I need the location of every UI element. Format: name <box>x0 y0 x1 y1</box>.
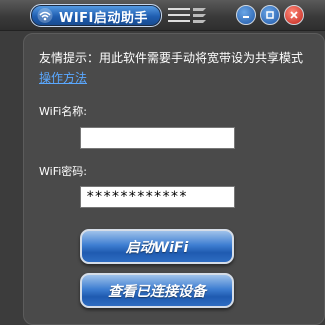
wifi-name-label: WiFi名称: <box>39 105 87 118</box>
wifi-password-input[interactable]: ************ <box>80 186 235 208</box>
maximize-icon <box>266 11 274 19</box>
wifi-logo-icon <box>37 8 53 23</box>
minimize-button[interactable] <box>236 5 256 25</box>
maximize-button[interactable] <box>260 5 280 25</box>
wifi-password-label: WiFi密码: <box>39 165 87 178</box>
howto-link[interactable]: 操作方法 <box>39 69 87 86</box>
wifi-name-input[interactable] <box>80 127 235 149</box>
minimize-icon <box>243 16 249 18</box>
start-wifi-button[interactable]: 启动WiFi <box>80 229 234 264</box>
app-title-pill: WIFI启动助手 <box>30 4 162 27</box>
tip-text: 友情提示：用此软件需要手动将宽带设为共享模式 <box>39 51 304 65</box>
close-button[interactable] <box>284 5 304 25</box>
view-devices-button[interactable]: 查看已连接设备 <box>80 273 234 308</box>
close-icon <box>290 11 298 19</box>
title-bar: WIFI启动助手 <box>0 0 325 31</box>
app-title: WIFI启动助手 <box>59 11 148 26</box>
menu-icon[interactable] <box>168 6 208 24</box>
